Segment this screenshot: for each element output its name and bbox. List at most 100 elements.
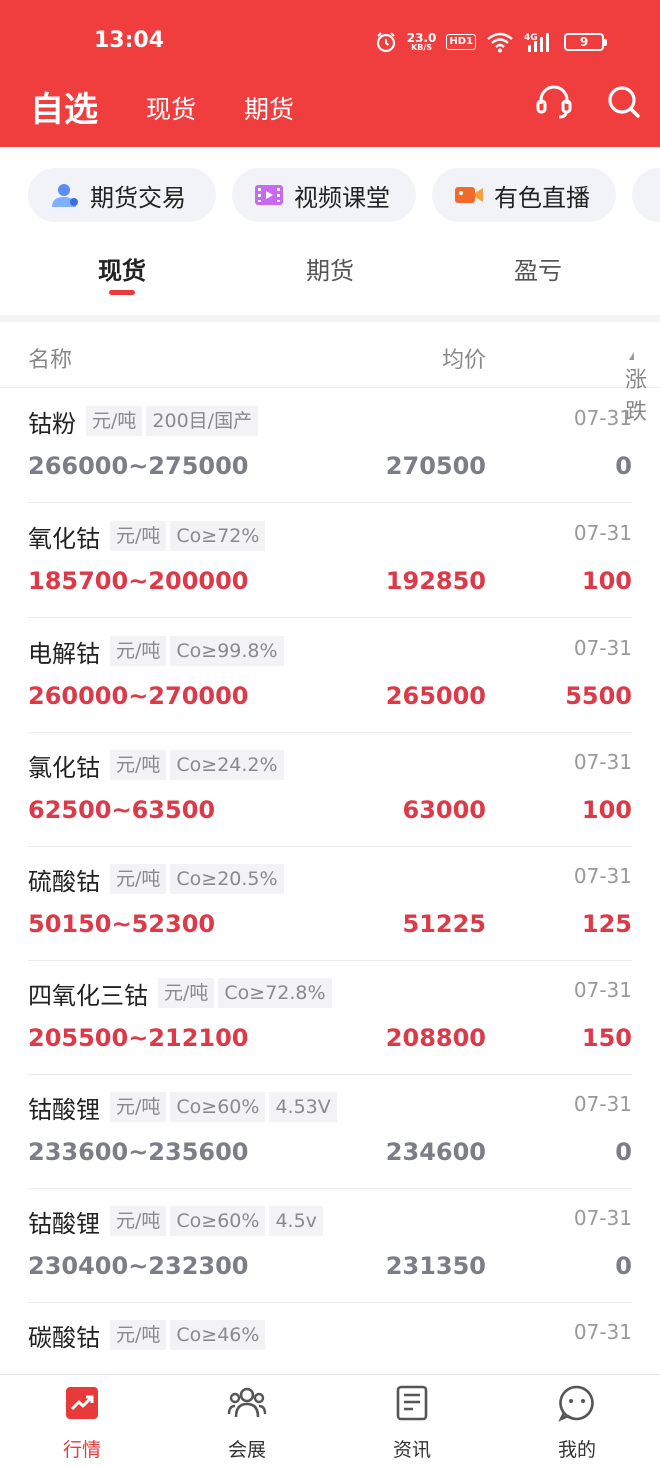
item-name: 硫酸钴 [28, 867, 100, 896]
item-tag: 元/吨 [110, 750, 167, 780]
price-list: 钴粉 元/吨 200目/国产 07-31 266000~275000 27050… [0, 388, 660, 1374]
nav-title-watchlist[interactable]: 自选 [30, 82, 98, 131]
list-item[interactable]: 钴酸锂 元/吨 Co≥60% 4.5v 07-31 230400~232300 … [28, 1188, 632, 1303]
item-tag: 元/吨 [110, 636, 167, 666]
tabbar-news[interactable]: 资讯 [352, 1383, 472, 1463]
item-tag: 4.53V [269, 1092, 337, 1122]
list-item[interactable]: 钴粉 元/吨 200目/国产 07-31 266000~275000 27050… [28, 388, 632, 503]
bottom-tab-bar: 行情 会展 资讯 我的 [0, 1374, 660, 1467]
item-name: 氧化钴 [28, 524, 100, 553]
hd-badge: HD1 [446, 34, 476, 50]
list-item[interactable]: 电解钴 元/吨 Co≥99.8% 07-31 260000~270000 265… [28, 618, 632, 733]
tabbar-profile[interactable]: 我的 [517, 1383, 637, 1463]
item-tag: Co≥46% [170, 1320, 266, 1350]
item-change: 0 [615, 1252, 632, 1280]
sort-arrow-icon [629, 352, 634, 360]
column-header: 名称 均价 涨跌 [0, 322, 660, 425]
tabbar-exhibition[interactable]: 会展 [187, 1383, 307, 1463]
nav-tab-futures[interactable]: 期货 [244, 90, 294, 126]
nav-tab-spot[interactable]: 现货 [146, 90, 196, 126]
shortcut-video-class[interactable]: 视频课堂 [232, 168, 416, 222]
people-icon [227, 1383, 267, 1423]
item-change: 5500 [565, 682, 632, 710]
tabbar-label: 我的 [557, 1439, 596, 1461]
item-name: 钴粉 [28, 409, 76, 438]
shortcut-partial[interactable] [632, 168, 660, 222]
battery-indicator: 9 [564, 33, 607, 51]
item-avg: 265000 [385, 682, 486, 710]
item-name: 四氧化三钴 [28, 981, 148, 1010]
list-item[interactable]: 氯化钴 元/吨 Co≥24.2% 07-31 62500~63500 63000… [28, 732, 632, 847]
item-change: 125 [581, 910, 632, 938]
profile-face-icon [557, 1383, 597, 1423]
item-tag: Co≥20.5% [170, 864, 284, 894]
item-tag: 元/吨 [110, 1092, 167, 1122]
item-avg: 63000 [402, 796, 487, 824]
item-range: 233600~235600 [28, 1138, 249, 1166]
item-name: 碳酸钴 [28, 1323, 100, 1352]
wifi-icon [486, 31, 514, 53]
item-change: 100 [581, 796, 632, 824]
headset-icon[interactable] [534, 82, 574, 122]
item-date: 07-31 [573, 978, 632, 1002]
search-icon[interactable] [604, 82, 644, 122]
signal-icon: 4G [524, 31, 554, 53]
item-range: 185700~200000 [28, 567, 249, 595]
shortcut-futures-trading[interactable]: 期货交易 [28, 168, 216, 222]
item-date: 07-31 [573, 1092, 632, 1116]
column-avg-price: 均价 [441, 348, 486, 373]
item-tag: Co≥72% [170, 521, 266, 551]
tab-spot[interactable]: 现货 [62, 251, 182, 286]
item-tag: Co≥99.8% [170, 636, 284, 666]
active-tab-indicator [109, 290, 135, 295]
market-chart-icon [62, 1383, 102, 1423]
section-divider [0, 315, 660, 322]
item-avg: 270500 [385, 452, 486, 480]
list-item[interactable]: 四氧化三钴 元/吨 Co≥72.8% 07-31 205500~212100 2… [28, 960, 632, 1075]
item-tag: Co≥60% [170, 1092, 266, 1122]
item-change: 0 [615, 452, 632, 480]
status-bar: 13:04 23.0 KB/S HD1 4G 9 [0, 0, 660, 78]
item-change: 150 [581, 1024, 632, 1052]
item-name: 氯化钴 [28, 753, 100, 782]
item-name: 钴酸锂 [28, 1209, 100, 1238]
shortcut-metal-live[interactable]: 有色直播 [432, 168, 616, 222]
camera-icon [454, 182, 484, 208]
video-film-icon [254, 182, 284, 208]
sub-tabs: 现货 期货 盈亏 [0, 237, 660, 315]
item-change: 100 [581, 567, 632, 595]
alarm-icon [375, 31, 397, 53]
tabbar-label: 行情 [62, 1439, 101, 1461]
list-item[interactable]: 硫酸钴 元/吨 Co≥20.5% 07-31 50150~52300 51225… [28, 846, 632, 961]
item-date: 07-31 [573, 1320, 632, 1344]
list-item[interactable]: 氧化钴 元/吨 Co≥72% 07-31 185700~200000 19285… [28, 503, 632, 618]
status-time: 13:04 [94, 28, 165, 53]
tabbar-market[interactable]: 行情 [22, 1383, 142, 1463]
shortcut-row: 期货交易 视频课堂 有色直播 [0, 147, 660, 237]
network-speed: 23.0 KB/S [406, 31, 437, 52]
list-item[interactable]: 钴酸锂 元/吨 Co≥60% 4.53V 07-31 233600~235600… [28, 1074, 632, 1189]
list-item[interactable]: 碳酸钴 元/吨 Co≥46% 07-31 [28, 1302, 632, 1374]
shortcut-label: 有色直播 [494, 183, 590, 212]
item-tag: 元/吨 [86, 406, 143, 436]
item-tag: 元/吨 [110, 1206, 167, 1236]
item-name: 电解钴 [28, 639, 100, 668]
tabbar-label: 会展 [227, 1439, 266, 1461]
item-tag: 200目/国产 [146, 406, 259, 436]
item-range: 266000~275000 [28, 452, 249, 480]
item-range: 62500~63500 [28, 796, 216, 824]
item-avg: 234600 [385, 1138, 486, 1166]
column-change-sort[interactable]: 涨跌 [625, 342, 647, 425]
item-range: 260000~270000 [28, 682, 249, 710]
item-tag: 4.5v [269, 1206, 323, 1236]
tab-futures[interactable]: 期货 [270, 251, 390, 286]
item-date: 07-31 [573, 864, 632, 888]
user-icon [50, 182, 80, 208]
tab-profit-loss[interactable]: 盈亏 [478, 251, 598, 286]
item-date: 07-31 [573, 750, 632, 774]
tabbar-label: 资讯 [392, 1439, 431, 1461]
item-name: 钴酸锂 [28, 1095, 100, 1124]
item-date: 07-31 [573, 636, 632, 660]
shortcut-label: 期货交易 [90, 183, 186, 212]
item-avg: 192850 [385, 567, 486, 595]
